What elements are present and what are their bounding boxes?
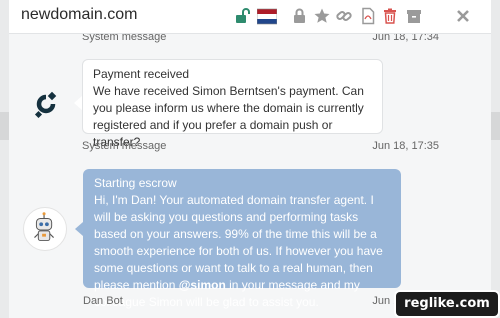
link-icon[interactable] [335, 7, 353, 25]
bubble-tail [74, 96, 82, 110]
archive-icon[interactable] [405, 7, 423, 25]
modal-header: newdomain.com [9, 0, 491, 34]
bot-avatar [23, 207, 67, 251]
system-logo-avatar [33, 88, 63, 119]
unlock-icon[interactable] [234, 7, 252, 25]
domain-title: newdomain.com [21, 6, 138, 23]
background-strip [0, 112, 9, 140]
background-strip [491, 112, 500, 140]
close-icon[interactable] [454, 7, 472, 25]
message-sender: System message [82, 140, 167, 152]
user-mention[interactable]: @simon [179, 278, 226, 292]
message-bubble: Starting escrow Hi, I'm Dan! Your automa… [83, 169, 401, 309]
trash-icon[interactable] [381, 7, 399, 25]
pdf-icon[interactable] [359, 7, 377, 25]
message-bubble: Payment received We have received Simon … [82, 59, 383, 149]
message-title: Starting escrow [94, 176, 177, 190]
domain-chat-modal: newdomain.com System message Jun 18, 17:… [9, 0, 491, 318]
message-body: Hi, I'm Dan! Your automated domain trans… [94, 192, 390, 311]
star-icon[interactable] [313, 7, 331, 25]
netherlands-flag-icon[interactable] [257, 7, 277, 25]
bubble-tail [75, 222, 83, 236]
message-time: Jun 18, 17:35 [372, 140, 439, 152]
message-sender: Dan Bot [83, 295, 123, 307]
lock-icon[interactable] [291, 7, 309, 25]
watermark: reglike.com [396, 292, 498, 316]
message-title: Payment received [93, 67, 190, 81]
